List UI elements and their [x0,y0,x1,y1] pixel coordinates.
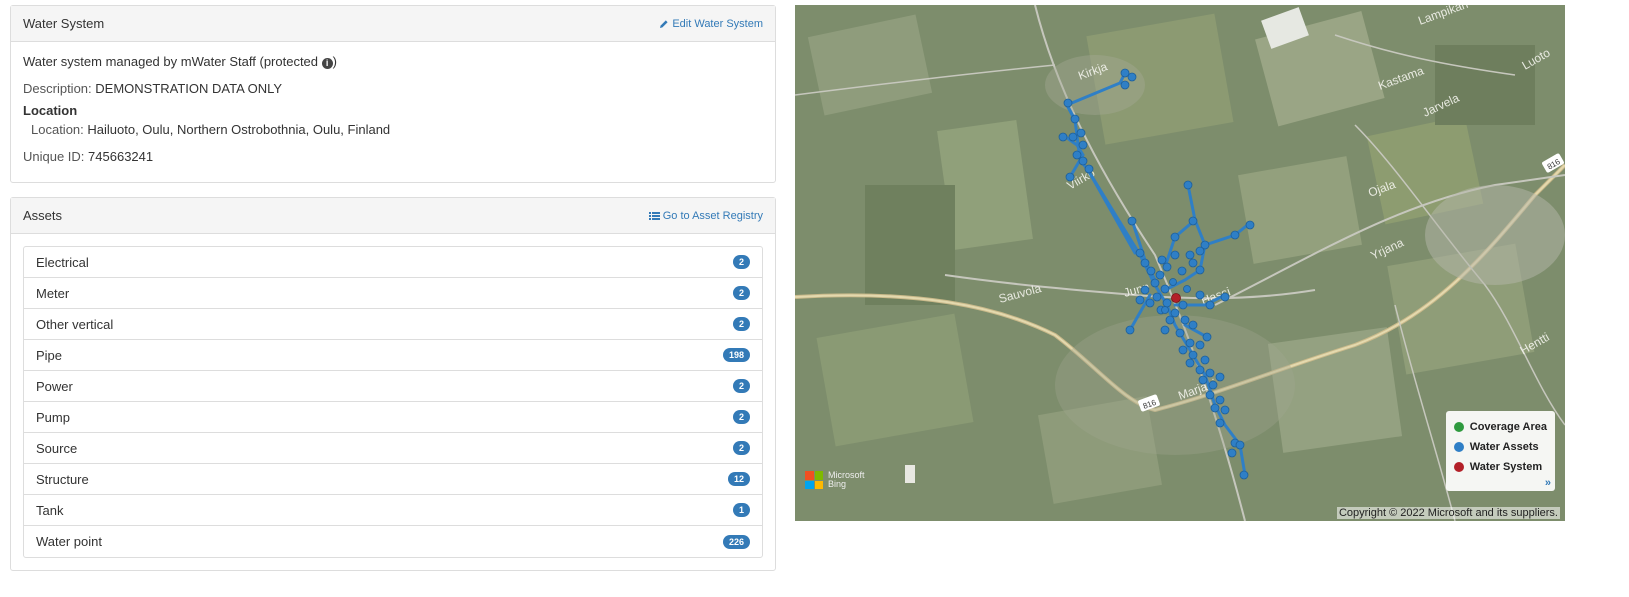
water-system-panel: Water System Edit Water System Water sys… [10,5,776,183]
asset-count-badge: 2 [732,255,750,269]
legend-label: Coverage Area [1469,421,1547,433]
asset-count-badge: 2 [732,286,750,300]
asset-list: Electrical 2 Meter 2 Other vertical 2 Pipe 1… [23,246,763,558]
legend-dot-icon [1453,442,1464,452]
asset-row-power[interactable]: Power 2 [24,371,762,402]
unique-id-label: Unique ID: [23,149,85,164]
map-view[interactable]: 816 816 Kirkja Viirko Sauvola Junn Hassi… [795,5,1565,521]
asset-label: Electrical [36,254,89,270]
asset-count-badge: 2 [732,410,750,424]
managed-by-line: Water system managed by mWater Staff (pr… [23,54,763,70]
legend-toggle-button[interactable]: » [1545,477,1551,489]
location-heading: Location [23,103,78,118]
edit-water-system-label: Edit Water System [672,17,763,30]
water-system-marker[interactable] [1171,293,1181,303]
legend-item-water-assets: Water Assets [1453,437,1547,457]
water-system-header: Water System Edit Water System [11,6,775,42]
asset-row-structure[interactable]: Structure 12 [24,464,762,495]
asset-label: Meter [36,285,70,301]
water-system-body: Water system managed by mWater Staff (pr… [11,42,775,175]
asset-row-electrical[interactable]: Electrical 2 [24,247,762,278]
asset-count-badge: 1 [732,503,750,517]
asset-label: Pump [36,409,70,425]
asset-count-badge: 12 [727,472,750,486]
description-label: Description: [23,81,92,96]
asset-row-source[interactable]: Source 2 [24,433,762,464]
bing-logo-text: Microsoft Bing [828,471,865,489]
asset-count-badge: 226 [722,534,750,549]
description-value: DEMONSTRATION DATA ONLY [95,81,283,96]
asset-row-pump[interactable]: Pump 2 [24,402,762,433]
list-icon [648,211,660,220]
asset-row-pipe[interactable]: Pipe 198 [24,340,762,371]
assets-title: Assets [23,208,63,223]
legend-label: Water Assets [1469,441,1539,453]
unique-id-value: 745663241 [88,149,154,164]
description-line: Description: DEMONSTRATION DATA ONLY [23,81,763,97]
legend-dot-icon [1453,462,1464,472]
legend-dot-icon [1453,422,1464,432]
asset-count-badge: 2 [732,441,750,455]
microsoft-logo-icon [805,471,823,489]
asset-label: Source [36,440,78,456]
assets-header: Assets Go to Asset Registry [11,198,775,234]
location-line: Location: Hailuoto, Oulu, Northern Ostro… [23,122,763,138]
managed-by-text: Water system managed by mWater Staff (pr… [23,54,322,69]
edit-water-system-link[interactable]: Edit Water System [659,18,763,30]
asset-count-badge: 2 [732,379,750,393]
assets-panel: Assets Go to Asset Registry Electrical 2 … [10,197,776,571]
legend-item-coverage-area: Coverage Area [1453,417,1547,437]
asset-label: Power [36,378,73,394]
asset-label: Other vertical [36,316,114,332]
managed-by-suffix: ) [332,54,337,69]
asset-registry-label: Go to Asset Registry [662,209,763,222]
map-copyright: Copyright © 2022 Microsoft and its suppl… [1336,507,1560,519]
asset-row-other-vertical[interactable]: Other vertical 2 [24,309,762,340]
asset-label: Pipe [36,347,63,363]
location-value: Hailuoto, Oulu, Northern Ostrobothnia, O… [87,122,391,137]
asset-label: Structure [36,471,89,487]
asset-row-meter[interactable]: Meter 2 [24,278,762,309]
asset-row-tank[interactable]: Tank 1 [24,495,762,526]
unique-id-line: Unique ID: 745663241 [23,149,763,165]
legend-label: Water System [1469,461,1543,473]
asset-row-water-point[interactable]: Water point 226 [24,526,762,557]
location-label: Location: [31,122,84,137]
logo-text-bing: Bing [828,479,847,489]
info-icon[interactable]: i [321,58,333,69]
legend-item-water-system: Water System [1453,457,1547,477]
asset-count-badge: 2 [732,317,750,331]
water-system-title: Water System [23,16,105,31]
asset-count-badge: 198 [722,348,750,362]
asset-label: Tank [36,502,64,518]
asset-label: Water point [36,534,102,549]
asset-registry-link[interactable]: Go to Asset Registry [648,209,763,222]
map-legend: Coverage Area Water Assets Water System … [1445,411,1555,491]
bing-logo: Microsoft Bing [805,471,865,489]
pencil-icon [660,19,668,28]
